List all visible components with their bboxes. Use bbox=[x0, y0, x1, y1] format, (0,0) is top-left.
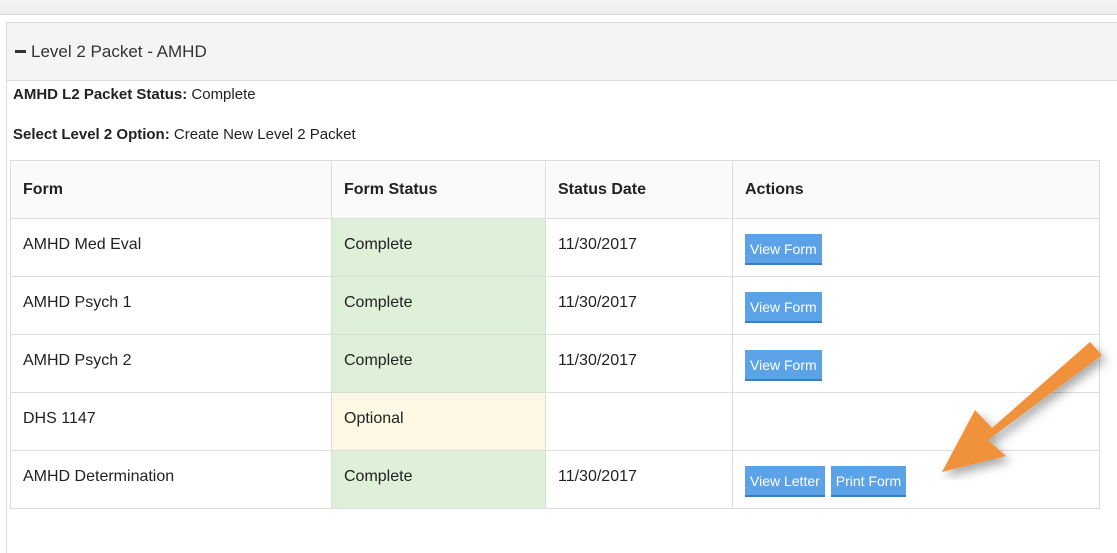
table-row: AMHD Psych 1 Complete 11/30/2017 View Fo… bbox=[10, 276, 1100, 335]
panel-title: Level 2 Packet - AMHD bbox=[31, 41, 207, 61]
packet-status: AMHD L2 Packet Status: Complete bbox=[13, 86, 256, 103]
view-form-button[interactable]: View Form bbox=[745, 350, 822, 381]
top-strip bbox=[0, 0, 1117, 15]
level2-option: Select Level 2 Option: Create New Level … bbox=[13, 126, 356, 143]
form-name: AMHD Med Eval bbox=[10, 218, 332, 277]
orange-arrow-icon bbox=[942, 342, 1102, 472]
packet-status-value: Complete bbox=[191, 86, 256, 103]
panel-heading[interactable]: Level 2 Packet - AMHD bbox=[7, 23, 1117, 81]
status-date: 11/30/2017 bbox=[545, 334, 733, 393]
actions-cell: View Form bbox=[732, 276, 1100, 335]
print-form-button[interactable]: Print Form bbox=[830, 466, 907, 497]
header-form-status: Form Status bbox=[331, 160, 546, 219]
table-header-row: Form Form Status Status Date Actions bbox=[10, 160, 1100, 219]
form-name: DHS 1147 bbox=[10, 392, 332, 451]
table-row: AMHD Med Eval Complete 11/30/2017 View F… bbox=[10, 218, 1100, 277]
header-status-date: Status Date bbox=[545, 160, 733, 219]
header-form: Form bbox=[10, 160, 332, 219]
form-status: Complete bbox=[331, 450, 546, 509]
packet-status-label: AMHD L2 Packet Status: bbox=[13, 86, 188, 103]
status-date: 11/30/2017 bbox=[545, 450, 733, 509]
header-actions: Actions bbox=[732, 160, 1100, 219]
minus-icon[interactable] bbox=[15, 50, 26, 53]
arrow-shape bbox=[942, 342, 1102, 472]
status-date: 11/30/2017 bbox=[545, 218, 733, 277]
form-name: AMHD Psych 2 bbox=[10, 334, 332, 393]
status-date: 11/30/2017 bbox=[545, 276, 733, 335]
level2-option-label: Select Level 2 Option: bbox=[13, 126, 170, 143]
form-status: Complete bbox=[331, 334, 546, 393]
view-form-button[interactable]: View Form bbox=[745, 292, 822, 323]
view-letter-button[interactable]: View Letter bbox=[745, 466, 825, 497]
form-status: Complete bbox=[331, 218, 546, 277]
form-name: AMHD Determination bbox=[10, 450, 332, 509]
view-form-button[interactable]: View Form bbox=[745, 234, 822, 265]
form-status: Optional bbox=[331, 392, 546, 451]
status-date bbox=[545, 392, 733, 451]
form-status: Complete bbox=[331, 276, 546, 335]
level2-option-value: Create New Level 2 Packet bbox=[173, 126, 356, 143]
actions-cell: View Form bbox=[732, 218, 1100, 277]
form-name: AMHD Psych 1 bbox=[10, 276, 332, 335]
